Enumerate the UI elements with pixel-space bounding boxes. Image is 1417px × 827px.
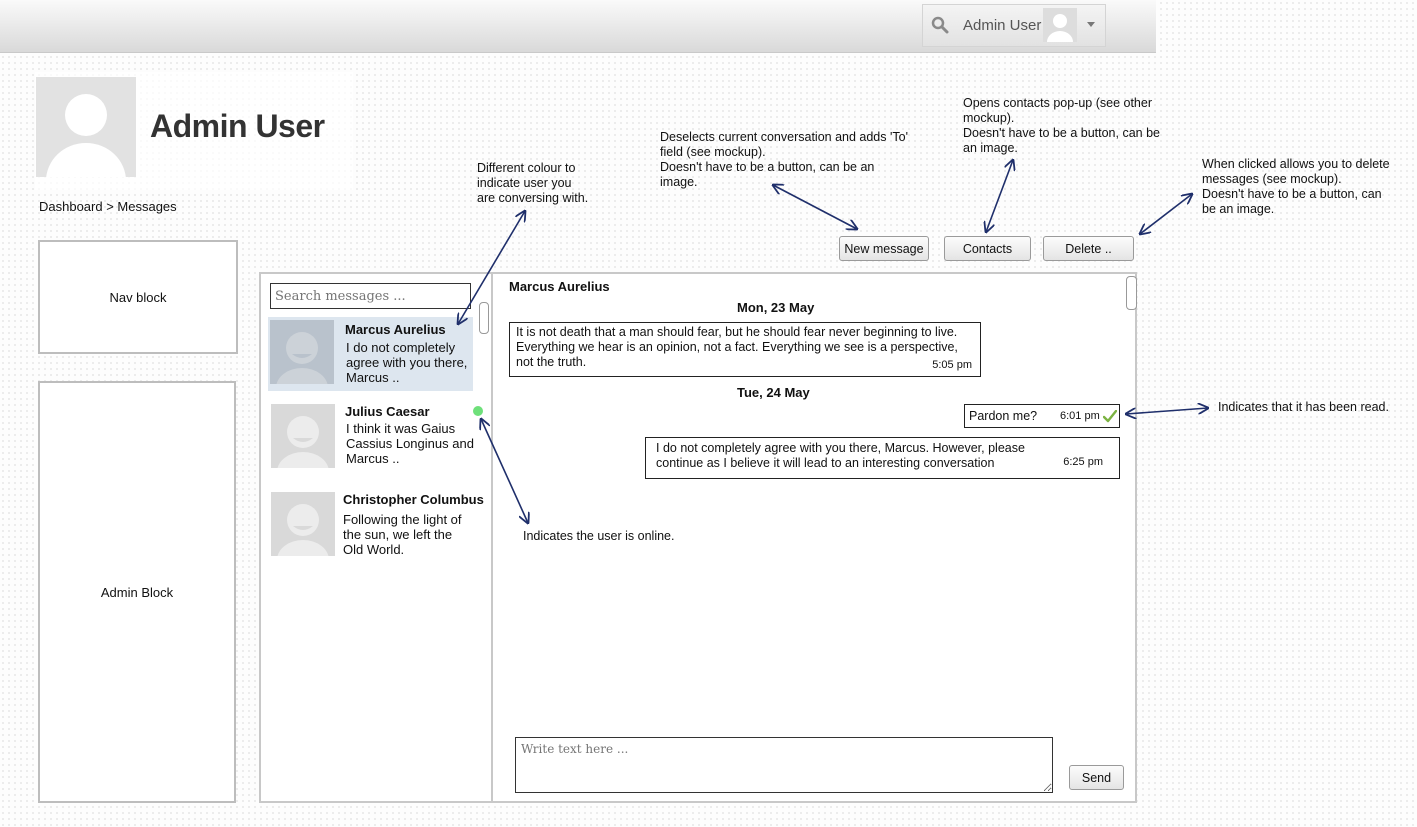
arrow-new-message	[773, 185, 857, 229]
arrow-delete	[1140, 194, 1192, 234]
arrow-read	[1126, 408, 1208, 414]
arrow-selected-colour	[458, 211, 525, 324]
arrow-contacts	[986, 160, 1013, 232]
annotation-arrows	[0, 0, 1417, 827]
arrow-online	[481, 419, 528, 523]
